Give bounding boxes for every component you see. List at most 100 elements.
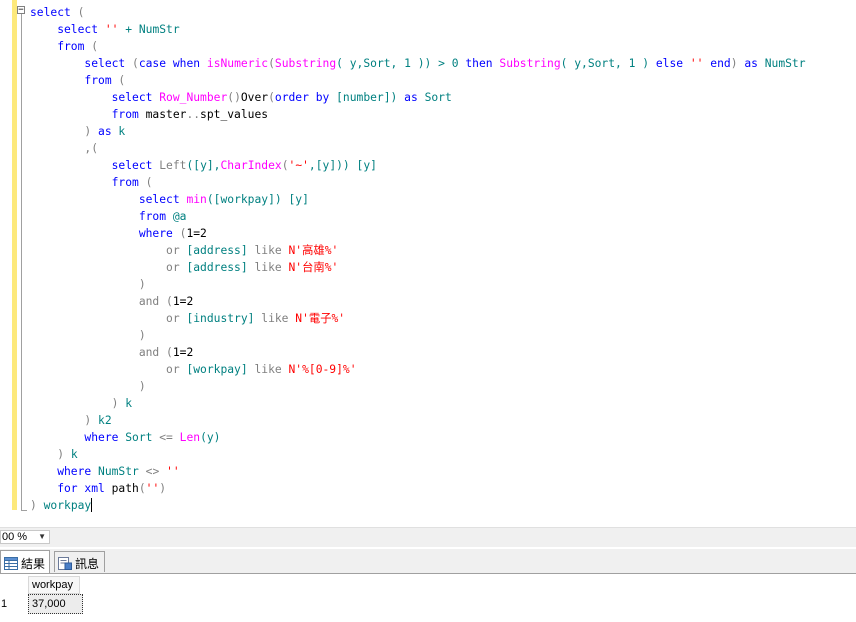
code-token: .. — [186, 108, 201, 121]
code-token: k — [70, 448, 78, 461]
code-line[interactable]: and (1=2 — [30, 293, 806, 310]
code-token: from — [30, 210, 167, 223]
code-line[interactable]: for xml path('') — [30, 480, 806, 497]
code-line[interactable]: select (case when isNumeric(Substring( y… — [30, 55, 805, 72]
code-token: Substring — [499, 57, 561, 70]
code-token: Len — [179, 431, 201, 444]
code-token: select — [30, 57, 126, 70]
message-icon — [58, 556, 72, 570]
sql-code[interactable]: select ( select '' + NumStr from ( selec… — [30, 4, 806, 514]
code-token: and — [30, 346, 160, 359]
code-token: xml — [84, 482, 105, 495]
code-token: (y) — [200, 431, 221, 444]
code-line[interactable]: ) k — [30, 446, 806, 463]
code-line[interactable]: from ( — [30, 174, 806, 191]
code-line[interactable]: where NumStr <> '' — [30, 463, 806, 480]
code-token: [workpay] — [179, 363, 255, 376]
code-token: ) — [30, 125, 99, 138]
collapse-minus-icon[interactable]: − — [17, 6, 25, 15]
code-line[interactable]: or [address] like N'台南%' — [30, 259, 806, 276]
code-token: where — [30, 465, 92, 478]
code-line[interactable]: where Sort <= Len(y) — [30, 429, 806, 446]
code-token: Substring — [274, 57, 337, 70]
code-token: from — [30, 74, 112, 87]
code-token: k2 — [98, 414, 112, 427]
code-token: from — [30, 40, 85, 53]
tab-messages-label: 訊息 — [75, 556, 100, 571]
code-token: 1=2 — [172, 295, 194, 308]
result-cell[interactable]: 37,000 — [28, 594, 83, 614]
zoom-dropdown[interactable]: 00 % ▼ — [0, 530, 50, 544]
code-token: path — [104, 482, 139, 495]
code-token: N'%[0-9]%' — [288, 363, 357, 376]
code-line[interactable]: ) — [30, 327, 806, 344]
code-line[interactable]: where (1=2 — [30, 225, 806, 242]
code-token: '' — [104, 23, 119, 36]
code-token: ( y,Sort, 1 )) > 0 — [336, 57, 466, 70]
code-token: N'電子%' — [295, 312, 346, 325]
chevron-down-icon[interactable]: ▼ — [38, 531, 46, 543]
code-token: for — [30, 482, 78, 495]
code-token: then — [465, 57, 493, 70]
code-line[interactable]: ) k — [30, 395, 806, 412]
results-tabs: 結果 訊息 — [0, 549, 856, 574]
code-token: ( — [125, 57, 139, 70]
code-line[interactable]: from master..spt_values — [30, 106, 806, 123]
code-line[interactable]: from ( — [30, 38, 806, 55]
code-token: CharIndex — [220, 159, 282, 172]
code-token: ) — [30, 380, 146, 393]
code-token: ) — [730, 57, 745, 70]
code-line[interactable]: from ( — [30, 72, 806, 89]
code-token: or — [30, 312, 180, 325]
code-token: from — [30, 108, 139, 121]
code-line[interactable]: ) — [30, 378, 806, 395]
code-token: NumStr — [91, 465, 146, 478]
tab-messages[interactable]: 訊息 — [54, 551, 105, 572]
results-grid[interactable]: workpay 1 37,000 — [0, 574, 856, 622]
code-token: ) — [30, 397, 126, 410]
tab-results[interactable]: 結果 — [0, 550, 50, 573]
code-token: N'高雄%' — [288, 244, 339, 257]
code-line[interactable]: ) workpay — [30, 497, 806, 514]
code-token: [address] — [179, 261, 255, 274]
code-line[interactable]: ) k2 — [30, 412, 806, 429]
code-token: ( — [70, 6, 85, 19]
code-line[interactable]: select Left([y],CharIndex('~',[y])) [y] — [30, 157, 806, 174]
code-token: <= — [159, 431, 173, 444]
code-token: ( — [159, 346, 173, 359]
code-line[interactable]: ,( — [30, 140, 806, 157]
code-token: '' — [166, 465, 180, 478]
code-line[interactable]: select min([workpay]) [y] — [30, 191, 806, 208]
code-line[interactable]: or [workpay] like N'%[0-9]%' — [30, 361, 806, 378]
code-line[interactable]: ) as k — [30, 123, 806, 140]
column-header[interactable]: workpay — [28, 576, 80, 594]
code-token: workpay — [43, 499, 92, 512]
zoom-value: 00 % — [2, 531, 28, 543]
code-line[interactable]: or [industry] like N'電子%' — [30, 310, 806, 327]
code-line[interactable]: select '' + NumStr — [30, 21, 806, 38]
code-line[interactable]: select Row_Number()Over(order by [number… — [30, 89, 806, 106]
row-number[interactable]: 1 — [1, 596, 25, 613]
code-token: [industry] — [179, 312, 262, 325]
code-line[interactable]: and (1=2 — [30, 344, 806, 361]
code-line[interactable]: or [address] like N'高雄%' — [30, 242, 806, 259]
code-line[interactable]: ) — [30, 276, 806, 293]
code-token: or — [30, 244, 180, 257]
code-token: from — [30, 176, 139, 189]
code-token: ( — [159, 295, 173, 308]
code-token: case — [138, 57, 167, 70]
code-line[interactable]: select ( — [30, 4, 806, 21]
code-line[interactable]: from @a — [30, 208, 806, 225]
code-token: spt_values — [200, 108, 269, 121]
horizontal-scrollbar[interactable] — [54, 530, 854, 544]
code-token: ( — [138, 176, 153, 189]
outline-guide — [21, 12, 22, 510]
query-editor[interactable]: − select ( select '' + NumStr from ( sel… — [0, 0, 856, 518]
code-token: ( — [111, 74, 126, 87]
